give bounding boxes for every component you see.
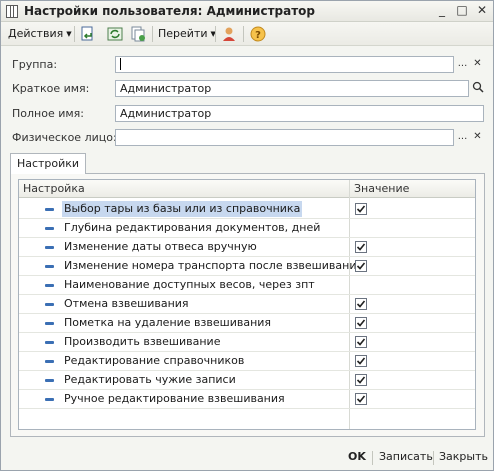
close-button[interactable]: Закрыть [439,450,488,463]
toolbar: Действия ▼ Перейти ▼ ? [1,22,493,46]
group-clear-icon[interactable]: ✕ [470,57,485,72]
setting-marker-icon [45,341,54,344]
setting-marker-icon [45,360,54,363]
setting-name[interactable]: Наименование доступных весов, через зпт [62,277,317,293]
table-row[interactable]: Выбор тары из базы или из справочника [19,200,475,219]
table-row[interactable]: Наименование доступных весов, через зпт [19,276,475,295]
setting-marker-icon [45,246,54,249]
save-close-icon[interactable] [79,25,97,43]
column-header-value[interactable]: Значение [350,180,409,198]
footer-divider [372,451,373,465]
setting-marker-icon [45,398,54,401]
setting-name[interactable]: Выбор тары из базы или из справочника [62,201,303,217]
setting-value-checkbox[interactable] [355,393,367,405]
full-name-label: Полное имя: [12,107,84,120]
setting-value-checkbox[interactable] [355,298,367,310]
table-row[interactable]: Ручное редактирование взвешивания [19,390,475,409]
setting-value-checkbox[interactable] [355,355,367,367]
setting-marker-icon [45,208,54,211]
setting-name[interactable]: Изменение номера транспорта после взвеши… [62,258,365,274]
table-row[interactable]: Изменение номера транспорта после взвеши… [19,257,475,276]
goto-menu-label: Перейти [158,27,208,40]
text-cursor [120,58,121,70]
checkmark-icon [356,376,366,384]
toolbar-divider [215,26,216,42]
short-name-field[interactable]: Администратор [115,80,469,97]
setting-marker-icon [45,284,54,287]
actions-menu-label: Действия [8,27,64,40]
minimize-button[interactable]: _ [434,4,450,18]
setting-value-checkbox[interactable] [355,374,367,386]
setting-value-checkbox[interactable] [355,317,367,329]
checkmark-icon [356,395,366,403]
setting-name[interactable]: Редактировать чужие записи [62,372,238,388]
actions-menu-button[interactable]: Действия ▼ [8,25,72,43]
goto-menu-button[interactable]: Перейти ▼ [158,25,216,43]
table-row[interactable]: Изменение даты отвеса вручную [19,238,475,257]
maximize-button[interactable]: □ [454,4,470,18]
setting-name[interactable]: Изменение даты отвеса вручную [62,239,259,255]
setting-marker-icon [45,265,54,268]
group-label: Группа: [12,58,58,71]
table-row[interactable]: Пометка на удаление взвешивания [19,314,475,333]
window-app-icon [6,5,18,18]
footer-bar: OK Записать Закрыть [1,445,493,470]
setting-marker-icon [45,303,54,306]
group-field[interactable] [115,56,454,73]
person-label: Физическое лицо: [12,131,117,144]
setting-value-checkbox[interactable] [355,336,367,348]
checkmark-icon [356,243,366,251]
tab-settings[interactable]: Настройки [10,153,86,174]
table-header: Настройка Значение [19,180,475,198]
checkmark-icon [356,319,366,327]
setting-value-checkbox[interactable] [355,260,367,272]
setting-name[interactable]: Ручное редактирование взвешивания [62,391,287,407]
checkmark-icon [356,338,366,346]
toolbar-divider [152,26,153,42]
setting-marker-icon [45,227,54,230]
ok-button[interactable]: OK [348,450,366,463]
setting-value-checkbox[interactable] [355,241,367,253]
table-row[interactable]: Производить взвешивание [19,333,475,352]
chevron-down-icon: ▼ [66,30,72,38]
close-window-button[interactable]: ✕ [474,4,490,18]
window-title: Настройки пользователя: Администратор [24,4,316,18]
group-select-button[interactable]: ... [455,57,470,72]
table-row[interactable]: Редактировать чужие записи [19,371,475,390]
title-bar: Настройки пользователя: Администратор _ … [1,1,493,22]
setting-name[interactable]: Редактирование справочников [62,353,246,369]
user-icon[interactable] [220,25,238,43]
setting-name[interactable]: Отмена взвешивания [62,296,191,312]
setting-name[interactable]: Глубина редактирования документов, дней [62,220,322,236]
table-row[interactable]: Глубина редактирования документов, дней [19,219,475,238]
column-header-setting[interactable]: Настройка [19,180,85,198]
checkmark-icon [356,262,366,270]
copy-icon[interactable] [129,25,147,43]
short-name-label: Краткое имя: [12,82,90,95]
table-row[interactable]: Редактирование справочников [19,352,475,371]
checkmark-icon [356,205,366,213]
footer-divider [433,451,434,465]
settings-table: Настройка Значение Выбор тары из базы ил… [18,179,476,430]
full-name-field[interactable]: Администратор [115,105,484,122]
person-select-button[interactable]: ... [455,130,470,145]
setting-value-checkbox[interactable] [355,203,367,215]
settings-window: Настройки пользователя: Администратор _ … [0,0,494,471]
setting-marker-icon [45,379,54,382]
refresh-icon[interactable] [106,25,124,43]
person-clear-icon[interactable]: ✕ [470,130,485,145]
search-icon[interactable] [470,81,485,96]
save-button[interactable]: Записать [379,450,433,463]
help-icon[interactable]: ? [249,25,267,43]
table-row[interactable]: Отмена взвешивания [19,295,475,314]
setting-name[interactable]: Производить взвешивание [62,334,222,350]
setting-name[interactable]: Пометка на удаление взвешивания [62,315,273,331]
person-field[interactable] [115,129,454,146]
toolbar-divider [74,26,75,42]
help-glyph: ? [255,30,261,41]
toolbar-divider [243,26,244,42]
checkmark-icon [356,357,366,365]
checkmark-icon [356,300,366,308]
setting-marker-icon [45,322,54,325]
